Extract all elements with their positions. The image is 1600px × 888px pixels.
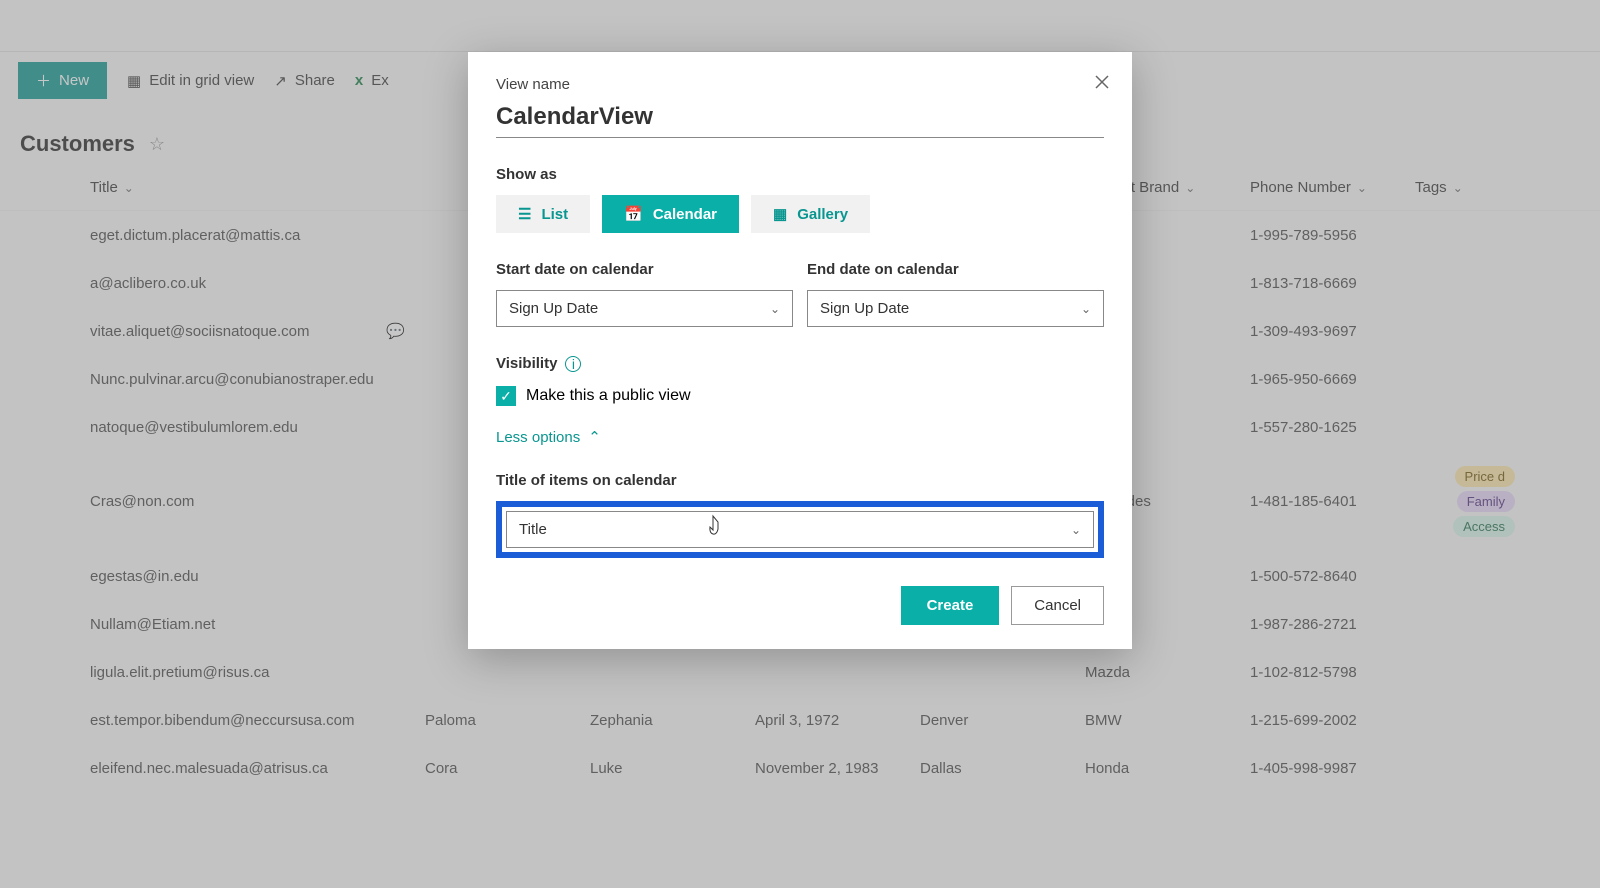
title-items-label: Title of items on calendar: [496, 472, 1104, 489]
end-date-label: End date on calendar: [807, 261, 1104, 278]
chevron-down-icon: ⌄: [1081, 302, 1091, 316]
cancel-button[interactable]: Cancel: [1011, 586, 1104, 625]
modal-overlay: View name Show as ☰ List 📅 Calendar ▦ Ga…: [0, 0, 1600, 888]
start-date-label: Start date on calendar: [496, 261, 793, 278]
view-name-label: View name: [496, 76, 1104, 93]
calendar-icon: 📅: [624, 205, 643, 223]
view-name-input[interactable]: [496, 97, 1104, 138]
show-as-options: ☰ List 📅 Calendar ▦ Gallery: [496, 195, 1104, 233]
start-date-select[interactable]: Sign Up Date ⌄: [496, 290, 793, 327]
list-icon: ☰: [518, 205, 531, 223]
chevron-down-icon: ⌄: [1071, 523, 1081, 537]
gallery-icon: ▦: [773, 205, 787, 223]
create-view-modal: View name Show as ☰ List 📅 Calendar ▦ Ga…: [468, 52, 1132, 649]
info-icon[interactable]: i: [565, 356, 581, 372]
option-calendar-button[interactable]: 📅 Calendar: [602, 195, 739, 233]
cursor-icon: [707, 514, 727, 538]
highlighted-field: Title ⌄: [496, 501, 1104, 558]
close-button[interactable]: [1094, 74, 1110, 95]
public-view-checkbox[interactable]: ✓: [496, 386, 516, 406]
public-view-label: Make this a public view: [526, 387, 691, 405]
title-items-select[interactable]: Title ⌄: [506, 511, 1094, 548]
option-gallery-button[interactable]: ▦ Gallery: [751, 195, 870, 233]
option-list-button[interactable]: ☰ List: [496, 195, 590, 233]
visibility-label: Visibility: [496, 355, 557, 372]
create-button[interactable]: Create: [901, 586, 1000, 625]
chevron-down-icon: ⌄: [770, 302, 780, 316]
end-date-select[interactable]: Sign Up Date ⌄: [807, 290, 1104, 327]
show-as-label: Show as: [496, 166, 1104, 183]
less-options-toggle[interactable]: Less options ⌃: [496, 428, 1104, 446]
chevron-up-icon: ⌃: [588, 428, 601, 446]
